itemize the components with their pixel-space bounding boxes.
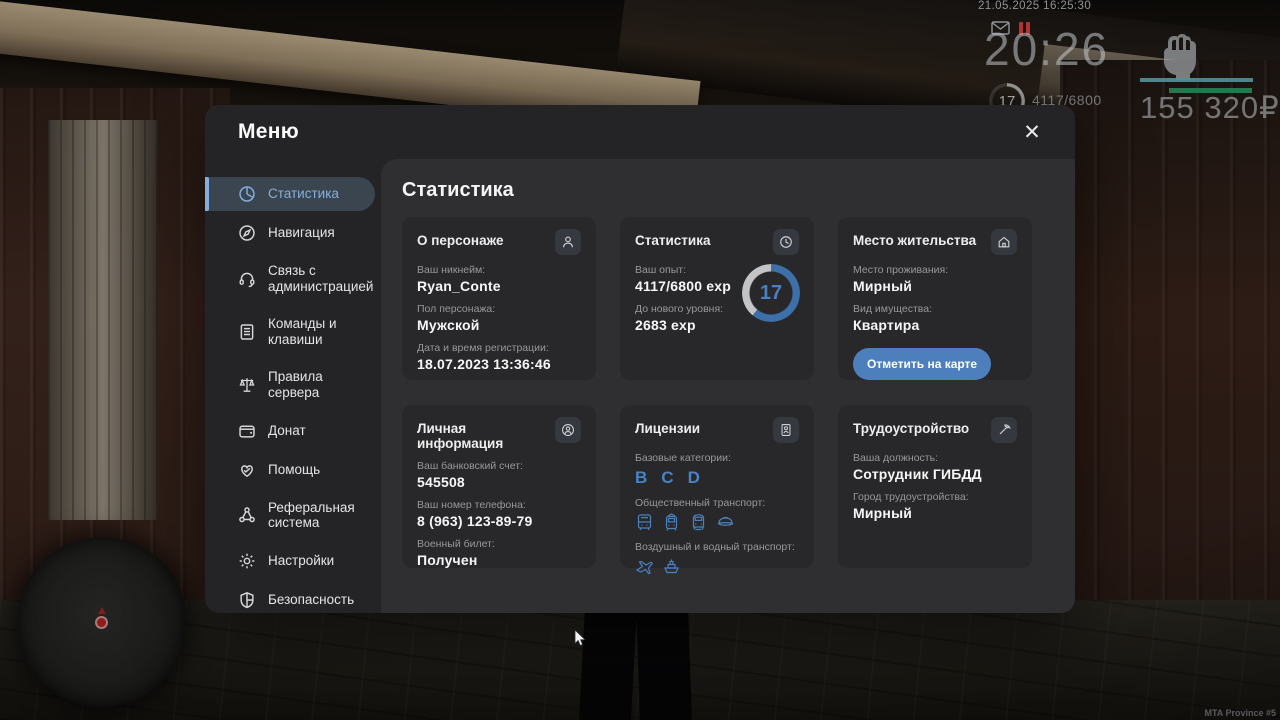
level-ring: 17: [742, 264, 800, 322]
sidebar-item-commands[interactable]: Команды и клавиши: [205, 308, 381, 356]
home-icon: [991, 229, 1017, 255]
sidebar-item-donate[interactable]: Донат: [205, 414, 381, 448]
sidebar-item-settings[interactable]: Настройки: [205, 544, 381, 578]
cap-icon: [716, 513, 735, 532]
document-icon: [238, 323, 256, 341]
license-categories: B C D: [635, 468, 799, 488]
license-category-d: D: [688, 468, 700, 488]
card-licenses: Лицензии Базовые категории: B C D Общест…: [620, 405, 814, 568]
gender-value: Мужской: [417, 317, 581, 333]
menu-content: Статистика О персонаже Ваш никнейм: Ryan…: [381, 159, 1075, 613]
menu-window: Меню ✕ Статистика Навигация Связь с адми…: [205, 105, 1075, 613]
job-title-value: Сотрудник ГИБДД: [853, 466, 1017, 482]
residence-city-value: Мирный: [853, 278, 1017, 294]
minimap-direction-icon: [98, 607, 106, 614]
card-residence: Место жительства Место проживания: Мирны…: [838, 217, 1032, 380]
sidebar-item-navigation[interactable]: Навигация: [205, 216, 381, 250]
plane-icon: [635, 557, 654, 576]
game-screen: 21.05.2025 16:25:30 20:26 17 4117/6800 1…: [0, 0, 1280, 720]
ship-icon: [662, 557, 681, 576]
shield-icon: [238, 591, 256, 609]
person-circle-icon: [555, 417, 581, 443]
hud-money: 155 320₽: [1140, 90, 1280, 126]
person-icon: [555, 229, 581, 255]
property-type-value: Квартира: [853, 317, 1017, 333]
sidebar-item-server-rules[interactable]: Правила сервера: [205, 361, 381, 409]
job-city-value: Мирный: [853, 505, 1017, 521]
menu-title: Меню: [238, 120, 299, 144]
bus-icon: [635, 513, 654, 532]
card-employment: Трудоустройство Ваша должность: Сотрудни…: [838, 405, 1032, 568]
train-icon: [689, 513, 708, 532]
card-character: О персонаже Ваш никнейм: Ryan_Conte Пол …: [402, 217, 596, 380]
hud-bar-teal: [1140, 78, 1253, 82]
bank-account-value: 545508: [417, 474, 581, 490]
heart-icon: [238, 461, 256, 479]
sidebar-item-security[interactable]: Безопасность: [205, 583, 381, 613]
hud-clock: 20:26: [984, 22, 1109, 76]
gear-icon: [238, 552, 256, 570]
wallet-icon: [238, 422, 256, 440]
id-card-icon: [773, 417, 799, 443]
phone-value: 8 (963) 123-89-79: [417, 513, 581, 529]
minimap-player-blip: [95, 616, 108, 629]
compass-icon: [238, 224, 256, 242]
sidebar-item-help[interactable]: Помощь: [205, 453, 381, 487]
tram-icon: [662, 513, 681, 532]
sidebar-item-admin-contact[interactable]: Связь с администрацией: [205, 255, 381, 303]
fist-icon: [1160, 34, 1198, 80]
air-water-licenses: [635, 557, 799, 576]
mark-on-map-button[interactable]: Отметить на карте: [853, 348, 991, 380]
card-personal-info: Личная информация Ваш банковский счет: 5…: [402, 405, 596, 568]
pie-chart-icon: [238, 185, 256, 203]
scales-icon: [238, 376, 256, 394]
public-transport-licenses: [635, 513, 799, 532]
license-category-b: B: [635, 468, 647, 488]
nickname-value: Ryan_Conte: [417, 278, 581, 294]
sidebar-item-referral[interactable]: Реферальная система: [205, 492, 381, 540]
server-watermark: MTA Province #5: [1204, 708, 1276, 718]
sidebar-item-statistics[interactable]: Статистика: [205, 177, 375, 211]
menu-sidebar: Статистика Навигация Связь с администрац…: [205, 159, 381, 613]
close-icon[interactable]: ✕: [1017, 117, 1047, 147]
license-category-c: C: [661, 468, 673, 488]
menu-header: Меню ✕: [205, 105, 1075, 159]
clock-icon: [773, 229, 799, 255]
network-icon: [238, 506, 256, 524]
pickaxe-icon: [991, 417, 1017, 443]
card-statistics: Статистика Ваш опыт: 4117/6800 exp До но…: [620, 217, 814, 380]
page-title: Статистика: [402, 179, 1054, 202]
military-ticket-value: Получен: [417, 552, 581, 568]
hud-datetime: 21.05.2025 16:25:30: [978, 0, 1091, 12]
registration-value: 18.07.2023 13:36:46: [417, 356, 581, 372]
minimap: [17, 537, 187, 707]
level-ring-value: 17: [760, 282, 782, 305]
mouse-cursor: [574, 629, 587, 648]
headset-icon: [238, 270, 256, 288]
